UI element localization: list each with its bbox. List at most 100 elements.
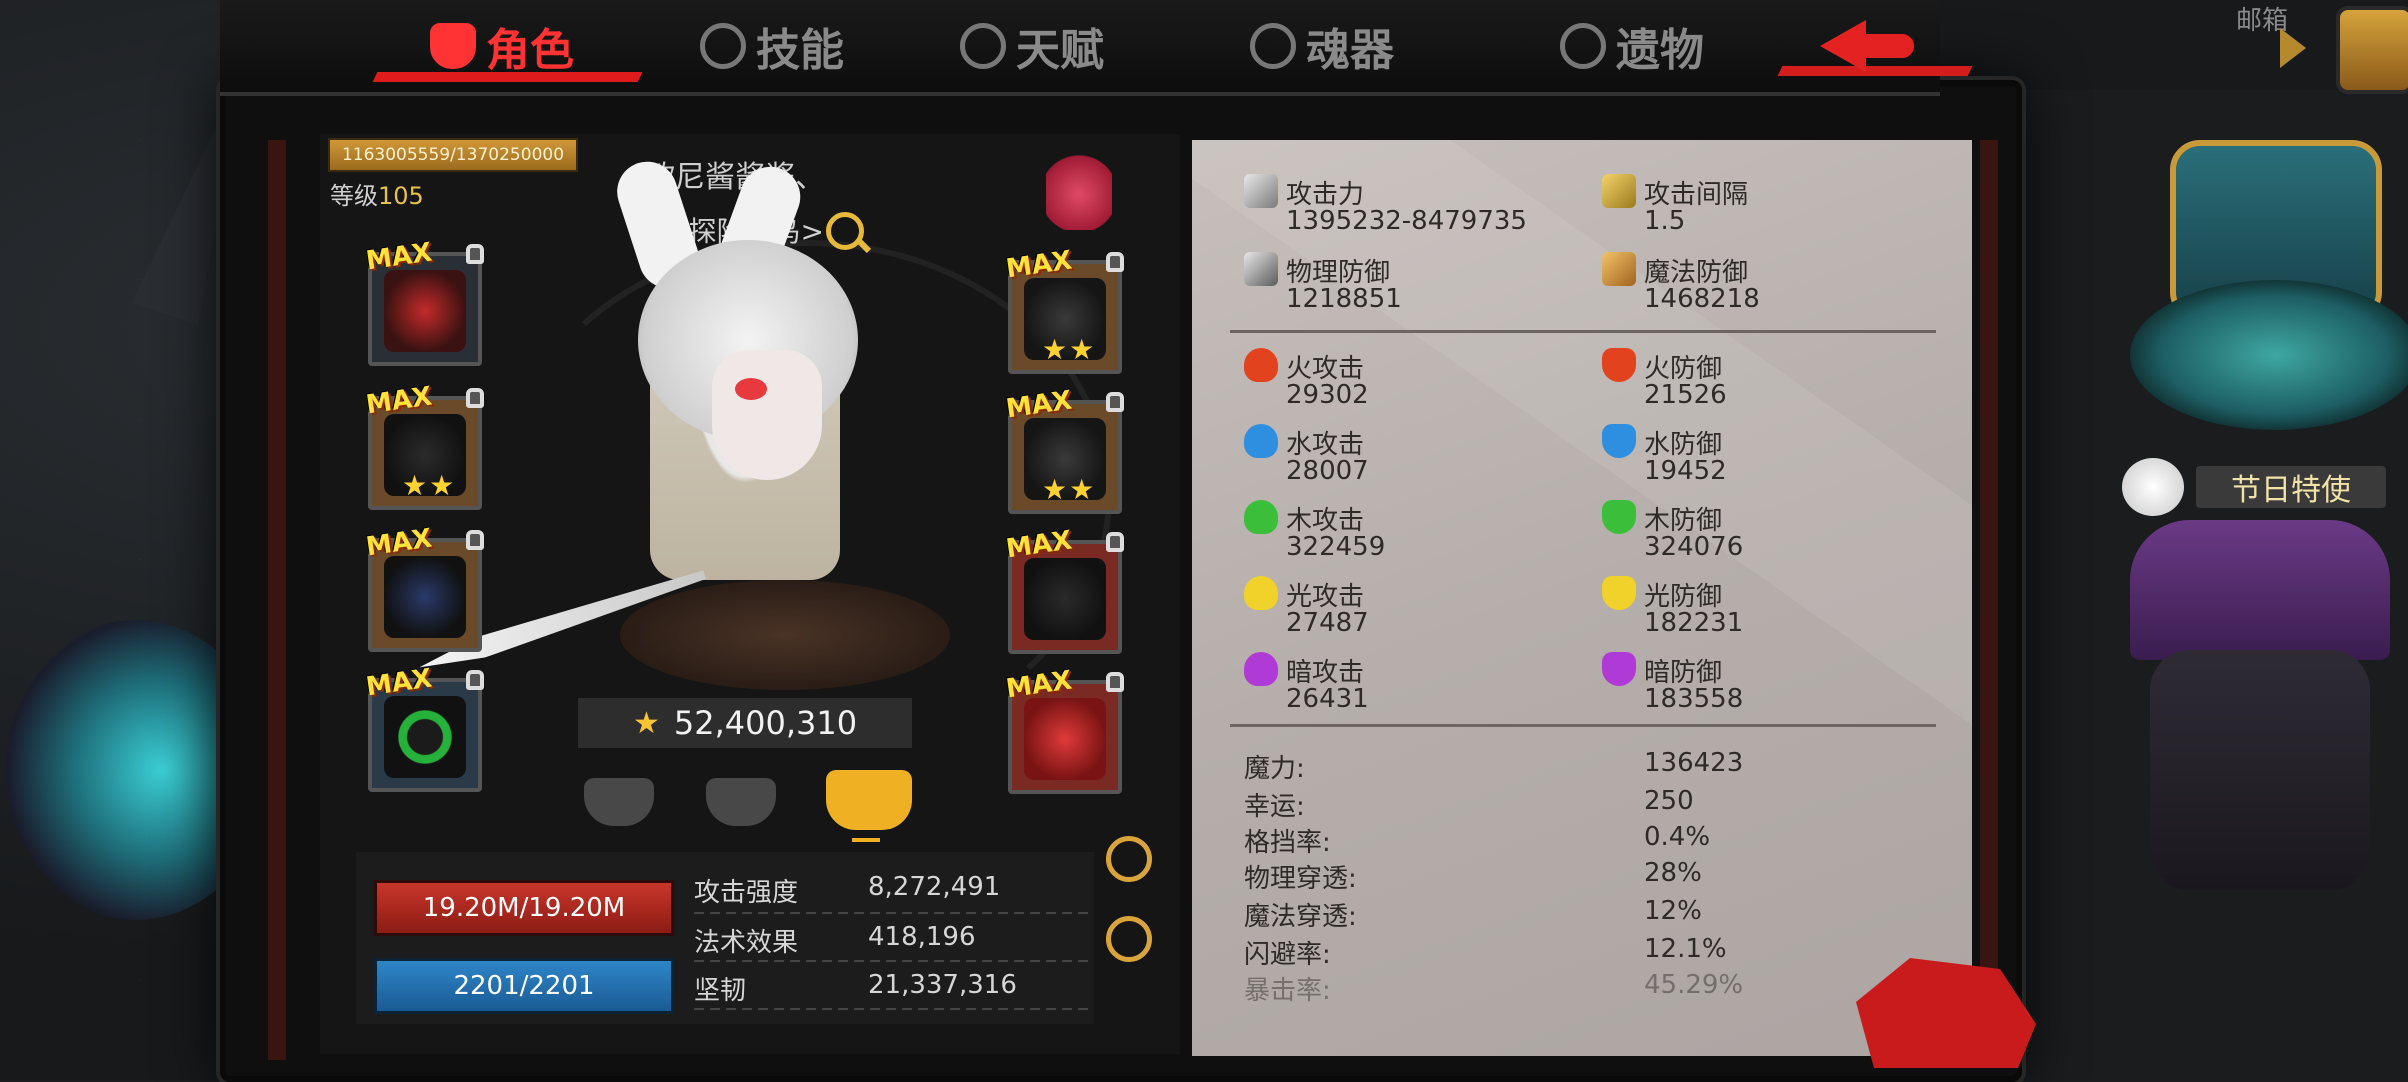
equip-slot-gauntlet[interactable]: MAX xyxy=(364,524,484,652)
separator xyxy=(1230,330,1936,333)
talent-icon xyxy=(960,23,1006,69)
frame-edge-right xyxy=(1980,140,1998,1060)
lock-icon xyxy=(1106,672,1124,692)
lock-icon xyxy=(1106,392,1124,412)
tab-relic[interactable]: 遗物 xyxy=(1560,10,1704,82)
lock-icon xyxy=(1106,532,1124,552)
sword-icon xyxy=(1244,174,1278,208)
back-arrow-icon xyxy=(1820,20,1866,72)
amulet-icon xyxy=(1024,698,1106,780)
boots-icon xyxy=(1024,558,1106,640)
gold-sword-icon xyxy=(1602,174,1636,208)
attack-power-value: 8,272,491 xyxy=(868,872,1001,902)
tab-skill[interactable]: 技能 xyxy=(700,10,844,82)
equip-slot-boots[interactable]: MAX xyxy=(1004,526,1124,654)
back-button[interactable] xyxy=(1790,14,1930,80)
light-attack-icon xyxy=(1244,576,1278,610)
luck-label: 幸运: xyxy=(1244,792,1305,822)
potion-icon[interactable] xyxy=(1046,140,1112,230)
magnifier-icon[interactable] xyxy=(826,212,864,250)
light-attack-value: 27487 xyxy=(1286,608,1369,638)
mail-chest-icon[interactable] xyxy=(2336,6,2408,94)
lock-icon xyxy=(466,388,484,408)
wood-attack-value: 322459 xyxy=(1286,532,1386,562)
tab-label: 魂器 xyxy=(1306,25,1394,76)
ring-icon xyxy=(384,696,466,778)
character-platform xyxy=(620,580,950,690)
teal-pedestal xyxy=(2130,280,2408,430)
tab-label: 技能 xyxy=(756,25,844,76)
mp-bar: 2201/2201 xyxy=(374,958,674,1014)
dodge-rate-label: 闪避率: xyxy=(1244,940,1331,970)
magic-penetration-label: 魔法穿透: xyxy=(1244,902,1357,932)
luck-value: 250 xyxy=(1644,786,1694,816)
flower-icon xyxy=(2122,458,2184,516)
wood-defense-value: 324076 xyxy=(1644,532,1744,562)
crit-rate-value: 45.29% xyxy=(1644,970,1744,1000)
toughness-value: 21,337,316 xyxy=(868,970,1017,1000)
spell-effect-label: 法术效果 xyxy=(694,928,799,958)
attack-value: 1395232-8479735 xyxy=(1286,206,1527,236)
combat-power: ★ 52,400,310 xyxy=(578,698,912,748)
armor-set-1-icon[interactable] xyxy=(584,778,654,826)
physical-defense-value: 1218851 xyxy=(1286,284,1402,314)
dark-attack-icon xyxy=(1244,652,1278,686)
mail-arrow-icon[interactable] xyxy=(2280,28,2306,68)
physical-penetration-value: 28% xyxy=(1644,858,1702,888)
attack-interval-value: 1.5 xyxy=(1644,206,1686,236)
tab-soul-vessel[interactable]: 魂器 xyxy=(1250,10,1394,82)
armor-tab-underline xyxy=(852,838,880,842)
level-display: 等级105 xyxy=(330,182,424,210)
spell-effect-value: 418,196 xyxy=(868,922,976,952)
magic-penetration-value: 12% xyxy=(1644,896,1702,926)
character-eye xyxy=(735,378,767,400)
alert-icon[interactable] xyxy=(1106,836,1152,882)
helmet-icon xyxy=(384,270,466,352)
tab-character[interactable]: 角色 xyxy=(430,10,574,82)
shield-sword-icon xyxy=(1244,252,1278,286)
character-icon xyxy=(430,23,476,69)
equip-slot-ring[interactable]: MAX xyxy=(364,664,484,792)
toughness-label: 坚韧 xyxy=(694,976,747,1006)
armor-set-2-icon[interactable] xyxy=(706,778,776,826)
exp-bar: 1163005559/1370250000 xyxy=(328,138,578,172)
equip-slot-shoulder[interactable]: MAX ★★ xyxy=(364,382,484,510)
equip-slot-legs[interactable]: MAX ★★ xyxy=(1004,386,1124,514)
lock-icon xyxy=(466,244,484,264)
divider xyxy=(694,1008,1094,1010)
wood-attack-icon xyxy=(1244,500,1278,534)
divider xyxy=(694,912,1094,914)
festival-envoy-label[interactable]: 节日特使 xyxy=(2196,466,2386,508)
crit-rate-label: 暴击率: xyxy=(1244,976,1331,1006)
tab-label: 天赋 xyxy=(1016,25,1104,76)
water-attack-icon xyxy=(1244,424,1278,458)
character-face xyxy=(712,350,822,480)
tab-label: 遗物 xyxy=(1616,25,1704,76)
equip-slot-amulet[interactable]: MAX xyxy=(1004,666,1124,794)
magic-staff-icon xyxy=(1602,252,1636,286)
relic-icon xyxy=(1560,23,1606,69)
lock-icon xyxy=(1106,252,1124,272)
equip-slot-helmet[interactable]: MAX xyxy=(364,238,484,366)
festival-envoy-npc[interactable] xyxy=(2150,650,2370,890)
water-defense-value: 19452 xyxy=(1644,456,1727,486)
atom-icon[interactable] xyxy=(1106,916,1152,962)
light-defense-icon xyxy=(1602,576,1636,610)
fire-defense-value: 21526 xyxy=(1644,380,1727,410)
festival-envoy-hat[interactable] xyxy=(2130,520,2390,660)
hp-bar: 19.20M/19.20M xyxy=(374,880,674,936)
fire-defense-icon xyxy=(1602,348,1636,382)
mana-value: 136423 xyxy=(1644,748,1744,778)
light-defense-value: 182231 xyxy=(1644,608,1744,638)
fire-attack-value: 29302 xyxy=(1286,380,1369,410)
tab-talent[interactable]: 天赋 xyxy=(960,10,1104,82)
dark-attack-value: 26431 xyxy=(1286,684,1369,714)
equip-slot-chest[interactable]: MAX ★★ xyxy=(1004,246,1124,374)
wood-defense-icon xyxy=(1602,500,1636,534)
star-icon: ★ xyxy=(632,705,660,741)
divider xyxy=(694,960,1094,962)
dodge-rate-value: 12.1% xyxy=(1644,934,1727,964)
armor-set-3-icon[interactable] xyxy=(826,770,912,830)
water-defense-icon xyxy=(1602,424,1636,458)
lock-icon xyxy=(466,670,484,690)
